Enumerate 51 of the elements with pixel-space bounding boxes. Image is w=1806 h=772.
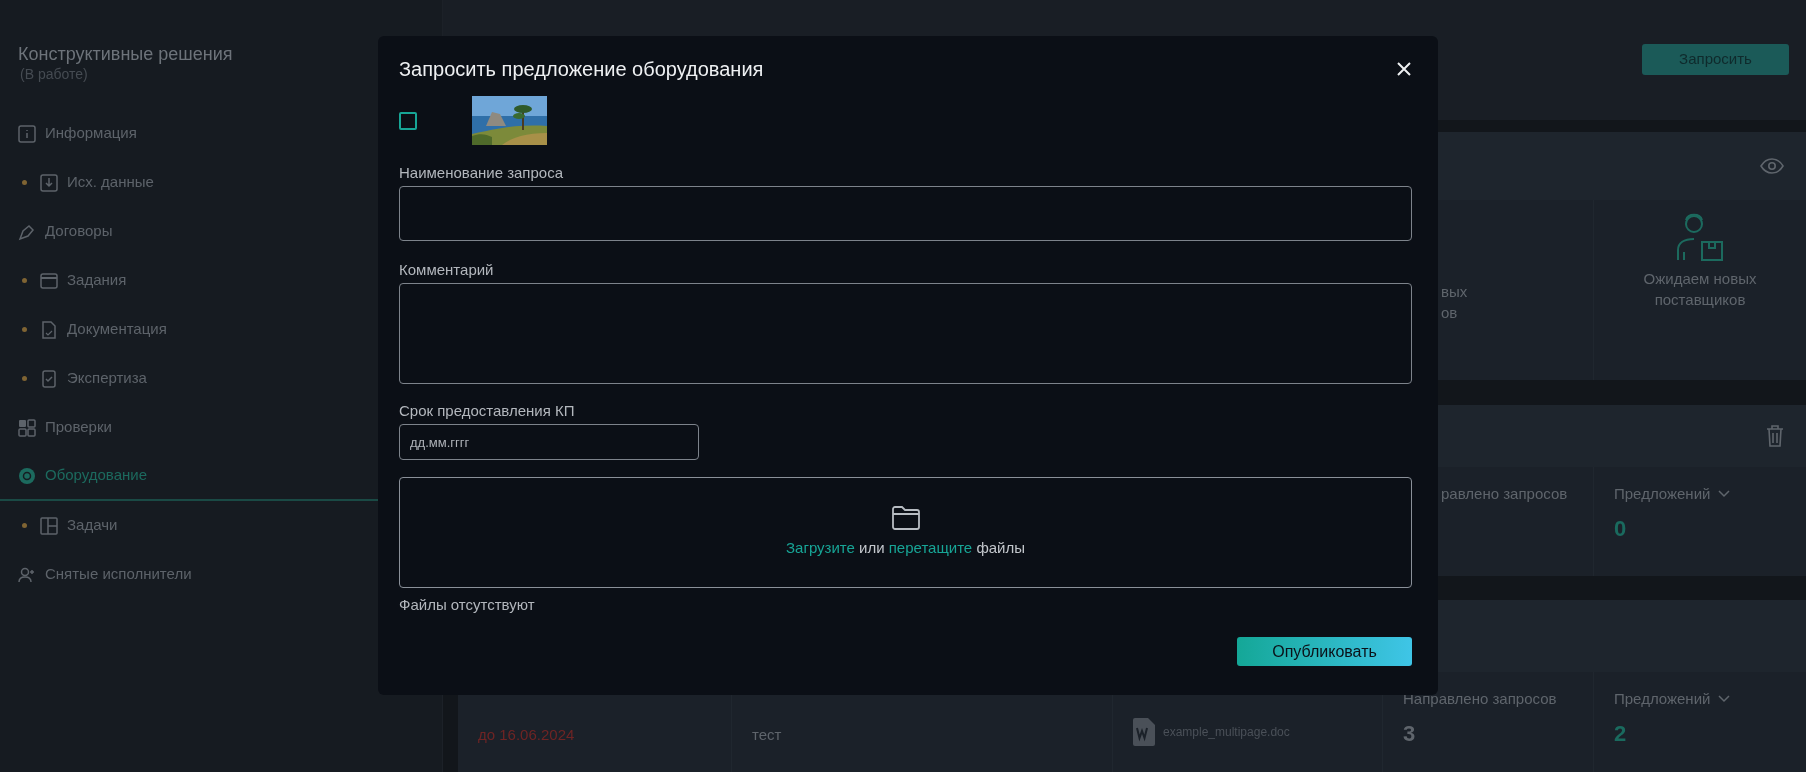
publish-button[interactable]: Опубликовать: [1237, 637, 1412, 666]
column-label: Предложений: [1614, 484, 1711, 504]
column-label: Направлено запросов: [1403, 689, 1557, 709]
user-add-icon: [18, 565, 36, 584]
word-file-icon[interactable]: [1133, 718, 1155, 746]
input-field[interactable]: [399, 186, 1412, 241]
modal-title: Запросить предложение оборудования: [399, 57, 764, 82]
partial-text: вых: [1441, 282, 1469, 302]
sidebar-item[interactable]: Договоры: [0, 207, 442, 256]
layout-icon: [40, 516, 58, 535]
field-label: Наименование запроса: [399, 163, 565, 183]
document-icon: [40, 320, 58, 339]
download-icon: [40, 173, 58, 192]
eye-icon[interactable]: [1760, 158, 1784, 174]
checklist-icon: [40, 369, 58, 388]
column-label: Предложений: [1614, 689, 1711, 709]
offer-count: 0: [1614, 514, 1628, 543]
comment-field[interactable]: [399, 283, 1412, 384]
trash-icon[interactable]: [1766, 425, 1784, 447]
sidebar-item[interactable]: Документация: [0, 305, 442, 354]
waiting-text: Ожидаем новых поставщиков: [1642, 269, 1758, 310]
file-dropzone[interactable]: Загрузите или перетащите файлы: [399, 477, 1412, 588]
close-icon[interactable]: [1396, 61, 1412, 77]
status-dot: [22, 523, 27, 528]
upload-hint: Загрузите или перетащите файлы: [786, 538, 1025, 559]
info-icon: [18, 124, 36, 143]
window-icon: [40, 271, 58, 290]
deadline-text: до 16.06.2024: [478, 725, 576, 745]
project-title: Конструктивные решения: [17, 43, 234, 65]
column-label: равлено запросов: [1441, 484, 1569, 504]
chevron-icon[interactable]: [1718, 490, 1731, 499]
pen-icon: [18, 222, 36, 241]
chevron-icon[interactable]: [1718, 695, 1731, 704]
checkbox[interactable]: [399, 111, 417, 130]
sidebar-item[interactable]: Экспертиза: [0, 354, 442, 403]
status-dot: [22, 278, 27, 283]
count-value: 2: [1614, 719, 1628, 748]
status-dot: [22, 180, 27, 185]
upload-link[interactable]: Загрузите: [786, 539, 855, 557]
folder-icon: [890, 505, 921, 532]
field-label: Комментарий: [399, 260, 495, 280]
sidebar-item[interactable]: Информация: [0, 109, 442, 158]
field-label: Срок предоставления КП: [399, 401, 576, 421]
status-dot: [22, 376, 27, 381]
status-dot: [22, 327, 27, 332]
date-field[interactable]: дд.мм.гггг: [399, 424, 699, 460]
partial-text: ов: [1441, 303, 1459, 323]
count-value: 3: [1403, 719, 1417, 748]
upload-link[interactable]: перетащите: [888, 539, 973, 557]
comment-text: тест: [752, 725, 783, 745]
grid-icon: [18, 418, 36, 437]
